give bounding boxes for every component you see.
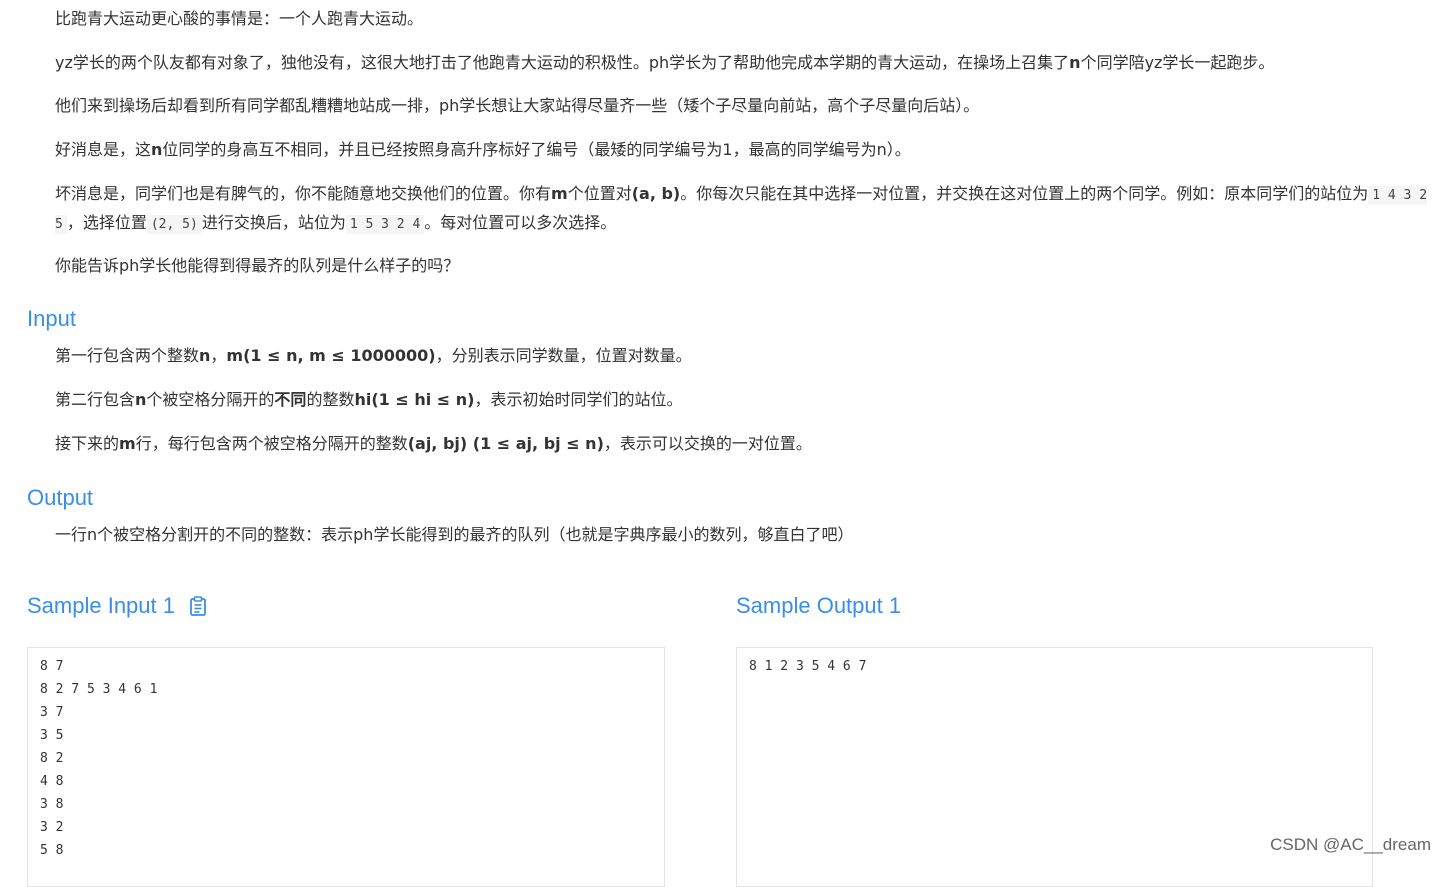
output-section-title: Output — [27, 485, 94, 510]
description-paragraph-2: yz学长的两个队友都有对象了，独他没有，这很大地打击了他跑青大运动的积极性。ph… — [55, 53, 1275, 72]
csdn-watermark: CSDN @AC__dream — [1270, 835, 1431, 854]
description-paragraph-4: 好消息是，这n位同学的身高互不相同，并且已经按照身高升序标好了编号（最矮的同学编… — [55, 140, 911, 159]
clipboard-icon[interactable] — [189, 596, 207, 616]
output-line-1: 一行n个被空格分割开的不同的整数：表示ph学长能得到的最齐的队列（也就是字典序最… — [55, 525, 854, 544]
inline-code: (2, 5) — [146, 215, 202, 234]
description-paragraph-1: 比跑青大运动更心酸的事情是：一个人跑青大运动。 — [55, 9, 424, 28]
sample-output-content: 8 1 2 3 5 4 6 7 — [749, 659, 867, 674]
description-paragraph-6: 你能告诉ph学长他能得到得最齐的队列是什么样子的吗？ — [55, 256, 460, 275]
input-line-2: 第二行包含n个被空格分隔开的不同的整数hi(1 ≤ hi ≤ n)，表示初始时同… — [55, 390, 683, 409]
description-paragraph-5: 坏消息是，同学们也是有脾气的，你不能随意地交换他们的位置。你有m个位置对(a, … — [55, 184, 1428, 234]
input-line-1: 第一行包含两个整数n，m(1 ≤ n, m ≤ 1000000)，分别表示同学数… — [55, 346, 692, 365]
input-section-title: Input — [27, 306, 76, 331]
inline-code: 1 5 3 2 4 — [345, 215, 425, 234]
sample-output-title: Sample Output 1 — [736, 593, 902, 618]
sample-input-content: 8 7 8 2 7 5 3 4 6 1 3 7 3 5 8 2 4 8 3 8 … — [40, 659, 158, 858]
sample-input-box[interactable]: 8 7 8 2 7 5 3 4 6 1 3 7 3 5 8 2 4 8 3 8 … — [27, 647, 665, 887]
sample-input-title: Sample Input 1 — [27, 593, 207, 619]
input-line-3: 接下来的m行，每行包含两个被空格分隔开的整数(aj, bj) (1 ≤ aj, … — [55, 434, 812, 453]
description-paragraph-3: 他们来到操场后却看到所有同学都乱糟糟地站成一排，ph学长想让大家站得尽量齐一些（… — [55, 96, 980, 115]
